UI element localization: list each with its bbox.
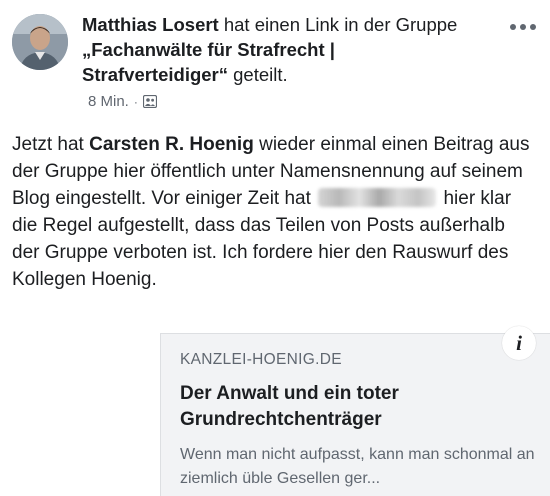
link-preview-card[interactable]: KANZLEI-HOENIG.DE Der Anwalt und ein tot…	[160, 333, 550, 496]
mention-link[interactable]: Carsten R. Hoenig	[89, 134, 254, 155]
link-domain: KANZLEI-HOENIG.DE	[180, 351, 342, 368]
link-description: Wenn man nicht aufpasst, kann man schonm…	[180, 446, 535, 487]
action-text: hat einen Link in der Gruppe	[223, 14, 458, 35]
avatar-photo	[12, 14, 68, 70]
more-options-icon-dot	[520, 24, 526, 30]
group-close-quote: “	[218, 64, 228, 85]
card-spacer	[0, 333, 160, 495]
author-name[interactable]: Matthias Losert	[82, 14, 219, 35]
more-options-icon-dot	[530, 24, 536, 30]
more-options-icon	[510, 24, 516, 30]
feed-post: Matthias Losert hat einen Link in der Gr…	[0, 0, 550, 496]
group-open-quote: „	[82, 39, 92, 60]
group-name-link[interactable]: „Fachanwälte für Strafrecht | Strafverte…	[82, 39, 335, 85]
info-button[interactable]: i	[502, 326, 536, 360]
more-options-button[interactable]	[506, 16, 540, 38]
timestamp[interactable]: 8 Min.	[88, 93, 129, 110]
group-name: Fachanwälte für Strafrecht | Strafvertei…	[82, 39, 335, 85]
group-audience-icon[interactable]	[142, 95, 157, 108]
post-body: Jetzt hat Carsten R. Hoenig wieder einma…	[12, 131, 532, 293]
post-meta: 8 Min. ·	[88, 93, 157, 110]
redacted-name	[318, 188, 437, 207]
post-header: Matthias Losert hat einen Link in der Gr…	[82, 12, 482, 87]
link-title: Der Anwalt und ein toter Grundrechtchent…	[180, 383, 399, 430]
body-text-part1: Jetzt hat	[12, 134, 84, 155]
action-text-end: geteilt.	[233, 64, 288, 85]
info-icon: i	[516, 330, 522, 355]
avatar[interactable]	[12, 14, 68, 70]
meta-separator: ·	[133, 94, 138, 109]
